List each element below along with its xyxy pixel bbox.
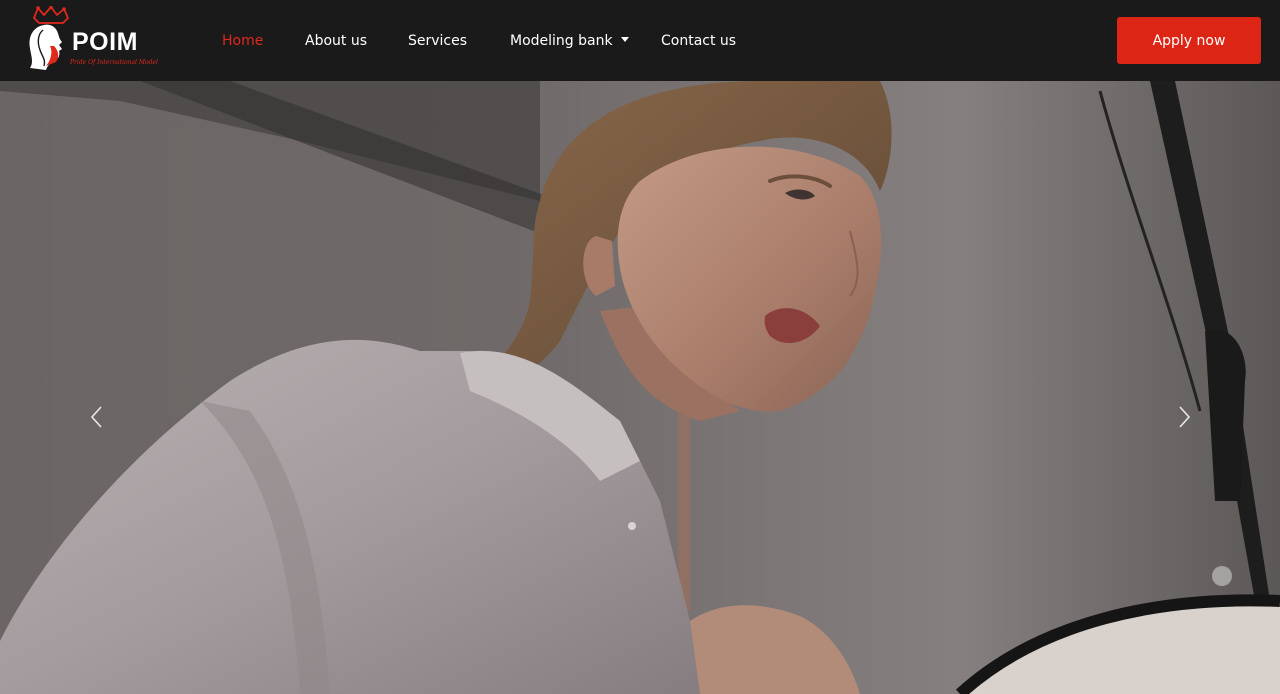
nav-contact-us[interactable]: Contact us	[661, 32, 736, 50]
chevron-left-icon	[90, 406, 102, 428]
carousel-prev-button[interactable]	[81, 397, 111, 437]
brand-logo[interactable]: POIM Pride Of International Model	[24, 5, 158, 74]
carousel-next-button[interactable]	[1170, 397, 1200, 437]
nav-about-us[interactable]: About us	[305, 32, 367, 50]
nav-home[interactable]: Home	[222, 32, 263, 50]
nav-modeling-bank[interactable]: Modeling bank	[510, 32, 629, 50]
nav-services[interactable]: Services	[408, 32, 467, 50]
chevron-right-icon	[1179, 406, 1191, 428]
hero-slider	[0, 81, 1280, 694]
top-navbar: POIM Pride Of International Model Home A…	[0, 0, 1280, 81]
hero-slide-image	[0, 81, 1280, 694]
caret-down-icon	[620, 36, 629, 42]
apply-now-button[interactable]: Apply now	[1117, 17, 1261, 64]
nav-modeling-bank-label: Modeling bank	[510, 33, 613, 49]
brand-tagline: Pride Of International Model	[70, 59, 158, 66]
brand-name: POIM	[72, 28, 138, 56]
